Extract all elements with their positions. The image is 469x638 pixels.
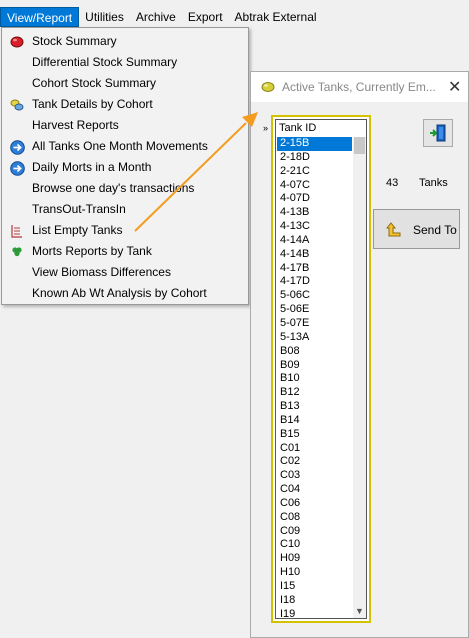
send-to-button[interactable]: Send To xyxy=(373,209,460,249)
list-item[interactable]: 2-21C xyxy=(277,165,352,179)
list-item[interactable]: 4-17B xyxy=(277,262,352,276)
list-item[interactable]: 4-17D xyxy=(277,275,352,289)
list-item[interactable]: B09 xyxy=(277,359,352,373)
list-item[interactable]: 4-14B xyxy=(277,248,352,262)
menu-item-label: Cohort Stock Summary xyxy=(32,76,157,90)
list-item[interactable]: C09 xyxy=(277,525,352,539)
window-app-icon xyxy=(261,81,275,96)
blue-arrow-circle-icon xyxy=(9,160,25,176)
menu-item-differential-stock-summary[interactable]: Differential Stock Summary xyxy=(3,52,248,73)
menu-item-label: Stock Summary xyxy=(32,34,117,48)
menu-item-label: Differential Stock Summary xyxy=(32,55,178,69)
list-item[interactable]: C01 xyxy=(277,442,352,456)
list-item[interactable]: B15 xyxy=(277,428,352,442)
menu-item-transout-transin[interactable]: TransOut-TransIn xyxy=(3,199,248,220)
menu-item-label: Tank Details by Cohort xyxy=(32,97,153,111)
exit-door-icon xyxy=(430,124,446,142)
list-item[interactable]: 5-06C xyxy=(277,289,352,303)
list-item[interactable]: 4-13C xyxy=(277,220,352,234)
menu-item-browse-one-day-s-transactions[interactable]: Browse one day's transactions xyxy=(3,178,248,199)
green-clover-icon xyxy=(9,244,25,260)
list-item[interactable]: 2-15B xyxy=(277,137,352,151)
menu-item-label: TransOut-TransIn xyxy=(32,202,126,216)
list-item[interactable]: C06 xyxy=(277,497,352,511)
tank-listbox[interactable]: Tank ID 2-15B 2-18D 2-21C 4-07C 4-07D 4-13B 4-… xyxy=(275,119,367,619)
menu-item-label: Harvest Reports xyxy=(32,118,119,132)
row-indicator: » xyxy=(263,123,269,133)
list-item[interactable]: H09 xyxy=(277,552,352,566)
menu-item-tank-details-by-cohort[interactable]: Tank Details by Cohort xyxy=(3,94,248,115)
exit-button[interactable] xyxy=(423,119,453,147)
send-arrow-icon xyxy=(385,222,402,241)
menu-item-all-tanks-one-month-movements[interactable]: All Tanks One Month Movements xyxy=(3,136,248,157)
list-item[interactable]: 5-07E xyxy=(277,317,352,331)
menu-item-daily-morts-in-a-month[interactable]: Daily Morts in a Month xyxy=(3,157,248,178)
menu-item-cohort-stock-summary[interactable]: Cohort Stock Summary xyxy=(3,73,248,94)
list-item[interactable]: B13 xyxy=(277,400,352,414)
list-item[interactable]: B10 xyxy=(277,372,352,386)
menu-bar-row: View/Report Utilities Archive Export Abtrak … xyxy=(0,7,323,27)
menu-item-stock-summary[interactable]: Stock Summary xyxy=(3,31,248,52)
list-item[interactable]: C10 xyxy=(277,538,352,552)
menu-item-label: Known Ab Wt Analysis by Cohort xyxy=(32,286,207,300)
fish-cohort-icon xyxy=(9,97,25,113)
menu-utilities[interactable]: Utilities xyxy=(79,7,130,27)
red-blob-icon xyxy=(9,34,25,50)
window-titlebar[interactable]: Active Tanks, Currently Em... ✕ xyxy=(251,72,468,102)
list-item[interactable]: I19 xyxy=(277,608,352,618)
menu-item-label: Morts Reports by Tank xyxy=(32,244,152,258)
menu-abtrak-external[interactable]: Abtrak External xyxy=(229,7,323,27)
blue-arrow-circle-icon xyxy=(9,139,25,155)
menu-item-label: List Empty Tanks xyxy=(32,223,123,237)
list-item[interactable]: C08 xyxy=(277,511,352,525)
menu-item-list-empty-tanks[interactable]: List Empty Tanks xyxy=(3,220,248,241)
list-item[interactable]: 5-13A xyxy=(277,331,352,345)
tank-count-label: Tanks xyxy=(419,177,448,189)
list-item[interactable]: 4-07D xyxy=(277,192,352,206)
menu-item-known-ab-wt-analysis-by-cohort[interactable]: Known Ab Wt Analysis by Cohort xyxy=(3,283,248,304)
list-item[interactable]: I18 xyxy=(277,594,352,608)
list-item[interactable]: C02 xyxy=(277,455,352,469)
list-item[interactable]: C04 xyxy=(277,483,352,497)
menu-item-label: All Tanks One Month Movements xyxy=(32,139,208,153)
list-item[interactable]: C03 xyxy=(277,469,352,483)
menu-item-label: View Biomass Differences xyxy=(32,265,171,279)
scrollbar-thumb[interactable] xyxy=(354,137,365,154)
window-title: Active Tanks, Currently Em... xyxy=(282,80,436,94)
menu-view-report[interactable]: View/Report xyxy=(0,7,80,27)
list-item[interactable]: 5-06E xyxy=(277,303,352,317)
list-header: Tank ID xyxy=(279,122,317,134)
menu-item-label: Browse one day's transactions xyxy=(32,181,195,195)
list-item[interactable]: H10 xyxy=(277,566,352,580)
tank-list-items: 2-15B 2-18D 2-21C 4-07C 4-07D 4-13B 4-13C 4-14A… xyxy=(277,137,352,618)
list-item[interactable]: B08 xyxy=(277,345,352,359)
list-item[interactable]: 4-13B xyxy=(277,206,352,220)
list-tanks-icon xyxy=(9,223,25,239)
list-item[interactable]: 2-18D xyxy=(277,151,352,165)
menu-item-label: Daily Morts in a Month xyxy=(32,160,152,174)
list-item[interactable]: B14 xyxy=(277,414,352,428)
list-item[interactable]: B12 xyxy=(277,386,352,400)
scroll-down-icon[interactable]: ▼ xyxy=(355,606,364,616)
close-icon[interactable]: ✕ xyxy=(448,77,461,97)
view-report-dropdown: Stock Summary Differential Stock Summary C… xyxy=(1,27,249,305)
menu-archive[interactable]: Archive xyxy=(130,7,182,27)
list-item[interactable]: I15 xyxy=(277,580,352,594)
active-tanks-window: Active Tanks, Currently Em... ✕ » Tank I… xyxy=(250,71,469,638)
list-item[interactable]: 4-14A xyxy=(277,234,352,248)
menu-item-harvest-reports[interactable]: Harvest Reports xyxy=(3,115,248,136)
send-to-label: Send To xyxy=(413,223,457,237)
list-item[interactable]: 4-07C xyxy=(277,179,352,193)
tank-count: 43 xyxy=(386,177,399,189)
menu-item-morts-reports-by-tank[interactable]: Morts Reports by Tank xyxy=(3,241,248,262)
menu-item-view-biomass-differences[interactable]: View Biomass Differences xyxy=(3,262,248,283)
tank-list-frame: Tank ID 2-15B 2-18D 2-21C 4-07C 4-07D 4-13B 4-… xyxy=(271,115,371,623)
vertical-scrollbar[interactable]: ▼ xyxy=(353,137,366,618)
menu-export[interactable]: Export xyxy=(182,7,229,27)
